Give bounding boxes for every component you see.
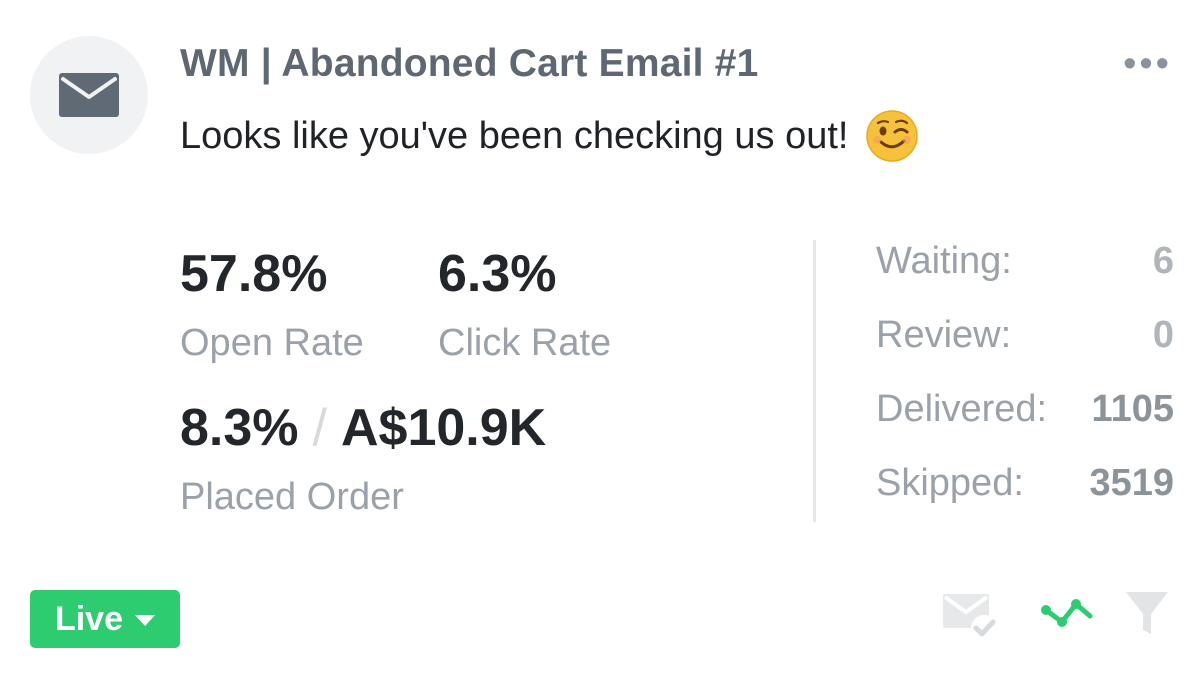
- envelope-icon: [59, 73, 119, 117]
- count-row-skipped: Skipped: 3519: [876, 462, 1174, 505]
- open-rate-label: Open Rate: [180, 322, 364, 364]
- count-row-delivered: Delivered: 1105: [876, 388, 1174, 431]
- count-value: 3519: [1089, 462, 1174, 504]
- placed-order-stats: 8.3% / A$10.9K: [180, 398, 546, 458]
- email-subject: Looks like you've been checking us out!: [180, 110, 919, 162]
- count-value: 1105: [1091, 388, 1174, 430]
- open-rate-value: 57.8%: [180, 245, 328, 303]
- placed-order-separator: /: [312, 399, 327, 457]
- email-check-icon[interactable]: [942, 590, 1000, 642]
- wink-emoji-icon: [866, 110, 919, 162]
- trend-line-icon[interactable]: [1040, 590, 1096, 642]
- flow-email-card: WM | Abandoned Cart Email #1 ••• Looks l…: [0, 0, 1200, 675]
- count-label: Skipped:: [876, 462, 1024, 504]
- placed-order-revenue: A$10.9K: [340, 399, 547, 457]
- click-rate-value: 6.3%: [438, 245, 557, 303]
- email-subject-text: Looks like you've been checking us out!: [180, 114, 849, 157]
- placed-order-rate: 8.3%: [180, 399, 299, 457]
- status-dropdown-button[interactable]: Live: [30, 590, 180, 648]
- count-value: 6: [1152, 240, 1174, 282]
- count-label: Review:: [876, 314, 1012, 356]
- count-row-waiting: Waiting: 6: [876, 240, 1174, 283]
- filter-icon[interactable]: [1124, 590, 1170, 642]
- email-title[interactable]: WM | Abandoned Cart Email #1: [180, 42, 758, 86]
- status-label: Live: [54, 599, 124, 638]
- click-rate-label: Click Rate: [438, 322, 612, 364]
- email-avatar: [30, 36, 148, 154]
- count-row-review: Review: 0: [876, 314, 1174, 357]
- caret-down-icon: [135, 614, 156, 626]
- more-options-icon[interactable]: •••: [1123, 45, 1172, 83]
- placed-order-label: Placed Order: [180, 476, 404, 518]
- stats-divider: [813, 240, 816, 522]
- count-value: 0: [1152, 314, 1174, 356]
- count-label: Waiting:: [876, 240, 1012, 282]
- count-label: Delivered:: [876, 388, 1048, 430]
